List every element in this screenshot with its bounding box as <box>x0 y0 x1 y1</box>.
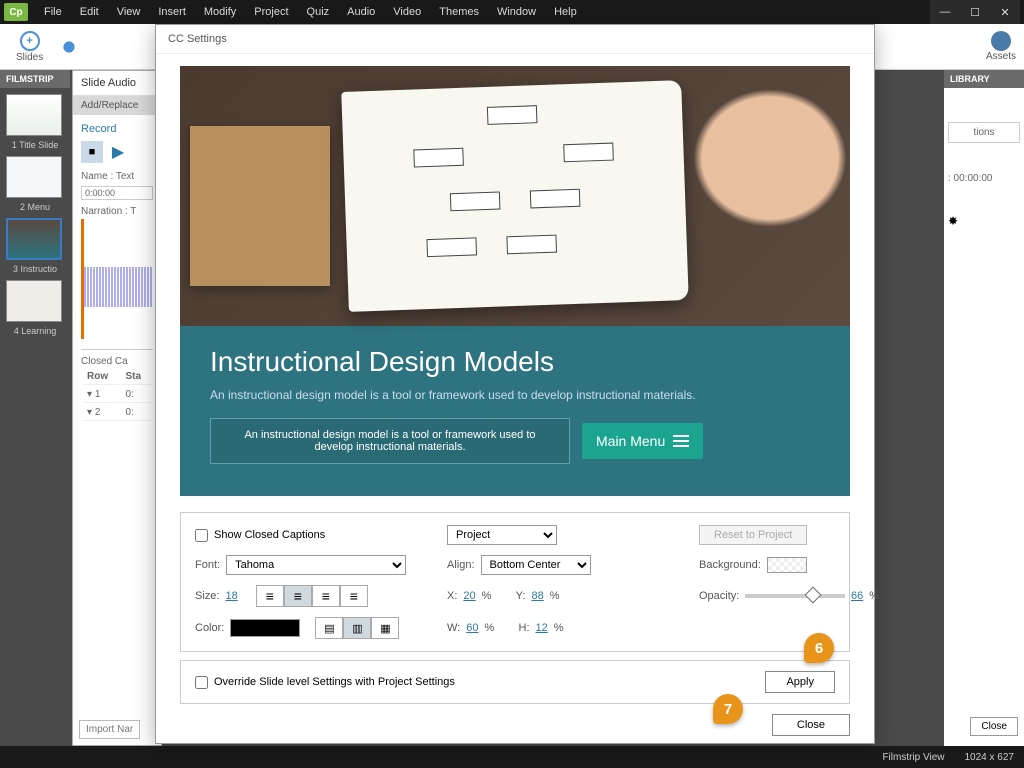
assets-label: Assets <box>986 51 1016 62</box>
slide-audio-panel: Slide Audio Add/Replace Record ■ ▶ Name … <box>72 70 162 746</box>
slides-label: Slides <box>16 52 43 63</box>
menu-view[interactable]: View <box>109 3 149 21</box>
record-label: Record <box>81 123 153 135</box>
preview-subtitle: An instructional design model is a tool … <box>210 388 820 402</box>
play-button[interactable]: ▶ <box>107 141 129 163</box>
preview-heading: Instructional Design Models <box>210 346 820 378</box>
x-value[interactable]: 20 <box>463 590 475 602</box>
waveform-display[interactable] <box>81 219 153 339</box>
close-panel-button[interactable]: Close <box>970 717 1018 736</box>
gear-icon[interactable]: ✸ <box>948 214 1020 228</box>
main-menu-button[interactable]: Main Menu <box>582 423 703 459</box>
size-value[interactable]: 18 <box>225 590 237 602</box>
table-row[interactable]: ▾ 10: <box>83 387 151 403</box>
hamburger-icon <box>673 435 689 447</box>
palette-icon <box>59 37 79 57</box>
align-center-button[interactable] <box>284 585 312 607</box>
apply-button[interactable]: Apply <box>765 671 835 693</box>
narration-label: Narration : T <box>81 206 153 217</box>
assets-icon <box>991 31 1011 51</box>
thumb-label: 4 Learning <box>6 326 64 336</box>
align-select[interactable]: Bottom Center <box>481 555 591 575</box>
closed-caption-label: Closed Ca <box>81 356 153 367</box>
dialog-title: CC Settings <box>156 25 874 54</box>
slide-thumb-4[interactable]: 4 Learning <box>6 280 64 336</box>
caption-preview-box: An instructional design model is a tool … <box>210 418 570 464</box>
filmstrip-header: FILMSTRIP <box>0 70 70 88</box>
align-left-button[interactable] <box>256 585 284 607</box>
status-dimensions: 1024 x 627 <box>965 752 1015 763</box>
menu-help[interactable]: Help <box>546 3 585 21</box>
menu-edit[interactable]: Edit <box>72 3 107 21</box>
maximize-button[interactable]: ☐ <box>960 0 990 24</box>
show-cc-checkbox[interactable]: Show Closed Captions <box>195 525 435 545</box>
menu-file[interactable]: File <box>36 3 70 21</box>
opacity-value[interactable]: 66 <box>851 590 863 602</box>
font-select[interactable]: Tahoma <box>226 555 406 575</box>
status-view: Filmstrip View <box>882 752 944 763</box>
override-checkbox[interactable]: Override Slide level Settings with Proje… <box>195 676 455 689</box>
thumb-label: 2 Menu <box>6 202 64 212</box>
slide-thumb-1[interactable]: 1 Title Slide <box>6 94 64 150</box>
menu-quiz[interactable]: Quiz <box>299 3 338 21</box>
time-readout: : 00:00:00 <box>948 173 1020 184</box>
time-display: 0:00:00 <box>81 186 153 200</box>
table-row[interactable]: ▾ 20: <box>83 405 151 421</box>
color-swatch[interactable] <box>230 619 300 637</box>
slide-preview: Instructional Design Models An instructi… <box>180 66 850 496</box>
status-bar: Filmstrip View 1024 x 627 <box>0 746 1024 768</box>
callout-6: 6 <box>804 633 834 663</box>
slide-audio-title: Slide Audio <box>73 71 161 96</box>
filmstrip-panel: FILMSTRIP 1 Title Slide 2 Menu 3 Instruc… <box>0 70 70 746</box>
close-button[interactable]: Close <box>772 714 850 736</box>
menu-window[interactable]: Window <box>489 3 544 21</box>
menu-video[interactable]: Video <box>385 3 429 21</box>
cc-settings-dialog: CC Settings Instructional Design Models … <box>155 24 875 744</box>
main-menu: File Edit View Insert Modify Project Qui… <box>36 3 585 21</box>
project-select[interactable]: Project <box>447 525 557 545</box>
y-value[interactable]: 88 <box>531 590 543 602</box>
library-header: LIBRARY <box>944 70 1024 88</box>
opacity-slider[interactable] <box>745 594 845 598</box>
menu-themes[interactable]: Themes <box>431 3 487 21</box>
plus-icon: + <box>20 31 40 51</box>
callout-7: 7 <box>713 694 743 724</box>
stop-button[interactable]: ■ <box>81 141 103 163</box>
audio-name-label: Name : Text <box>81 171 153 182</box>
close-window-button[interactable]: ✕ <box>990 0 1020 24</box>
window-controls: — ☐ ✕ <box>930 0 1020 24</box>
themes-tool[interactable] <box>51 35 87 59</box>
import-narration-button[interactable]: Import Nar <box>79 720 140 739</box>
valign-top-button[interactable]: ▤ <box>315 617 343 639</box>
app-logo: Cp <box>4 3 28 21</box>
thumb-label: 3 Instructio <box>6 264 64 274</box>
add-replace-tab[interactable]: Add/Replace <box>73 96 161 115</box>
reset-button[interactable]: Reset to Project <box>699 525 807 545</box>
override-row: Override Slide level Settings with Proje… <box>180 660 850 704</box>
thumb-label: 1 Title Slide <box>6 140 64 150</box>
valign-bottom-button[interactable]: ▦ <box>371 617 399 639</box>
assets-tool[interactable]: Assets <box>986 31 1016 62</box>
background-swatch[interactable] <box>767 557 807 573</box>
menu-audio[interactable]: Audio <box>339 3 383 21</box>
align-justify-button[interactable] <box>340 585 368 607</box>
align-right-button[interactable] <box>312 585 340 607</box>
valign-middle-button[interactable]: ▥ <box>343 617 371 639</box>
h-value[interactable]: 12 <box>536 622 548 634</box>
cc-table: RowSta ▾ 10: ▾ 20: <box>81 367 153 423</box>
menu-project[interactable]: Project <box>246 3 296 21</box>
slides-tool[interactable]: + Slides <box>8 29 51 65</box>
menu-modify[interactable]: Modify <box>196 3 244 21</box>
minimize-button[interactable]: — <box>930 0 960 24</box>
title-bar: Cp File Edit View Insert Modify Project … <box>0 0 1024 24</box>
menu-insert[interactable]: Insert <box>150 3 194 21</box>
cc-settings-form: Show Closed Captions Project Reset to Pr… <box>180 512 850 652</box>
options-button[interactable]: tions <box>948 122 1020 143</box>
slide-thumb-2[interactable]: 2 Menu <box>6 156 64 212</box>
w-value[interactable]: 60 <box>466 622 478 634</box>
properties-panel: LIBRARY tions : 00:00:00 ✸ Close <box>944 70 1024 746</box>
slide-thumb-3[interactable]: 3 Instructio <box>6 218 64 274</box>
